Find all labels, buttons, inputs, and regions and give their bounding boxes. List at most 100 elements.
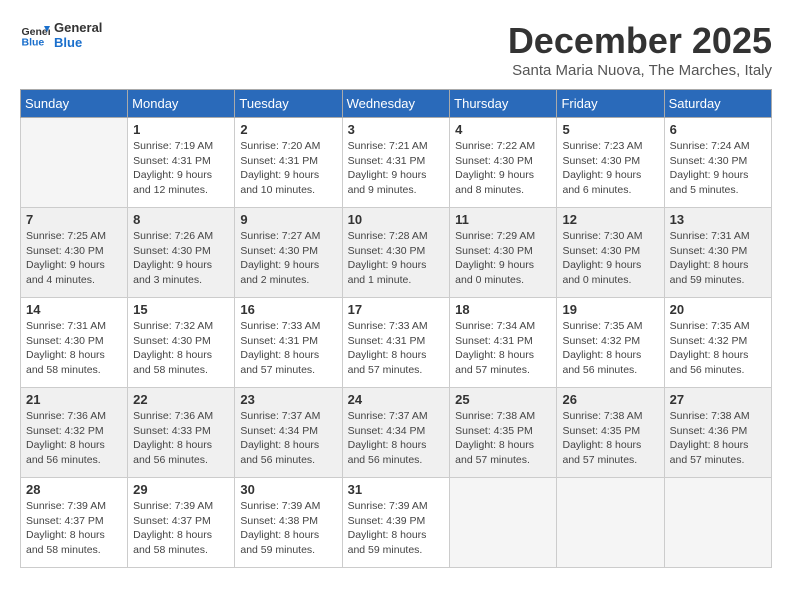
day-number: 15: [133, 302, 229, 317]
calendar-day-cell: 31Sunrise: 7:39 AMSunset: 4:39 PMDayligh…: [342, 478, 450, 568]
day-number: 26: [562, 392, 658, 407]
day-info: Sunrise: 7:27 AMSunset: 4:30 PMDaylight:…: [240, 229, 336, 288]
day-info: Sunrise: 7:32 AMSunset: 4:30 PMDaylight:…: [133, 319, 229, 378]
calendar-day-cell: [664, 478, 771, 568]
day-number: 16: [240, 302, 336, 317]
day-number: 7: [26, 212, 122, 227]
calendar-day-cell: 14 Sunrise: 7:31 AMSunset: 4:30 PMDayligh…: [21, 298, 128, 388]
day-number: 14: [26, 302, 122, 317]
calendar-week-row: 28Sunrise: 7:39 AMSunset: 4:37 PMDayligh…: [21, 478, 772, 568]
day-info: Sunrise: 7:23 AMSunset: 4:30 PMDaylight:…: [562, 139, 658, 198]
calendar-day-cell: 24Sunrise: 7:37 AMSunset: 4:34 PMDayligh…: [342, 388, 450, 478]
calendar-day-cell: 13 Sunrise: 7:31 AMSunset: 4:30 PMDayligh…: [664, 208, 771, 298]
day-info: Sunrise: 7:33 AMSunset: 4:31 PMDaylight:…: [240, 319, 336, 378]
day-number: 9: [240, 212, 336, 227]
calendar-day-cell: [450, 478, 557, 568]
day-number: 17: [348, 302, 445, 317]
calendar-week-row: 1 Sunrise: 7:19 AMSunset: 4:31 PMDaylight…: [21, 118, 772, 208]
header-tuesday: Tuesday: [235, 90, 342, 118]
header-sunday: Sunday: [21, 90, 128, 118]
day-number: 27: [670, 392, 766, 407]
calendar-day-cell: 11 Sunrise: 7:29 AMSunset: 4:30 PMDayligh…: [450, 208, 557, 298]
day-number: 1: [133, 122, 229, 137]
calendar-day-cell: 2 Sunrise: 7:20 AMSunset: 4:31 PMDaylight…: [235, 118, 342, 208]
day-number: 18: [455, 302, 551, 317]
calendar-day-cell: 1 Sunrise: 7:19 AMSunset: 4:31 PMDaylight…: [128, 118, 235, 208]
calendar-day-cell: 22Sunrise: 7:36 AMSunset: 4:33 PMDayligh…: [128, 388, 235, 478]
calendar-day-cell: 9 Sunrise: 7:27 AMSunset: 4:30 PMDaylight…: [235, 208, 342, 298]
month-title: December 2025: [508, 20, 772, 62]
logo: General Blue GeneralBlue: [20, 20, 102, 50]
calendar-day-cell: 12Sunrise: 7:30 AMSunset: 4:30 PMDayligh…: [557, 208, 664, 298]
day-number: 24: [348, 392, 445, 407]
day-number: 11: [455, 212, 551, 227]
calendar-week-row: 21Sunrise: 7:36 AMSunset: 4:32 PMDayligh…: [21, 388, 772, 478]
calendar-day-cell: 3 Sunrise: 7:21 AMSunset: 4:31 PMDaylight…: [342, 118, 450, 208]
day-info: Sunrise: 7:31 AMSunset: 4:30 PMDaylight:…: [26, 319, 122, 378]
day-info: Sunrise: 7:30 AMSunset: 4:30 PMDaylight:…: [562, 229, 658, 288]
calendar-day-cell: 26 Sunrise: 7:38 AMSunset: 4:35 PMDayligh…: [557, 388, 664, 478]
calendar-day-cell: 4 Sunrise: 7:22 AMSunset: 4:30 PMDaylight…: [450, 118, 557, 208]
day-info: Sunrise: 7:31 AMSunset: 4:30 PMDaylight:…: [670, 229, 766, 288]
day-info: Sunrise: 7:26 AMSunset: 4:30 PMDaylight:…: [133, 229, 229, 288]
day-info: Sunrise: 7:22 AMSunset: 4:30 PMDaylight:…: [455, 139, 551, 198]
calendar-week-row: 14 Sunrise: 7:31 AMSunset: 4:30 PMDayligh…: [21, 298, 772, 388]
day-info: Sunrise: 7:38 AMSunset: 4:35 PMDaylight:…: [562, 409, 658, 468]
day-number: 13: [670, 212, 766, 227]
day-number: 6: [670, 122, 766, 137]
day-info: Sunrise: 7:36 AMSunset: 4:33 PMDaylight:…: [133, 409, 229, 468]
calendar-day-cell: 6 Sunrise: 7:24 AMSunset: 4:30 PMDaylight…: [664, 118, 771, 208]
day-number: 5: [562, 122, 658, 137]
day-info: Sunrise: 7:39 AMSunset: 4:37 PMDaylight:…: [133, 499, 229, 558]
calendar-table: Sunday Monday Tuesday Wednesday Thursday…: [20, 89, 772, 568]
day-info: Sunrise: 7:35 AMSunset: 4:32 PMDaylight:…: [562, 319, 658, 378]
day-info: Sunrise: 7:19 AMSunset: 4:31 PMDaylight:…: [133, 139, 229, 198]
day-number: 29: [133, 482, 229, 497]
day-info: Sunrise: 7:35 AMSunset: 4:32 PMDaylight:…: [670, 319, 766, 378]
day-info: Sunrise: 7:28 AMSunset: 4:30 PMDaylight:…: [348, 229, 445, 288]
header-monday: Monday: [128, 90, 235, 118]
day-info: Sunrise: 7:38 AMSunset: 4:36 PMDaylight:…: [670, 409, 766, 468]
day-number: 4: [455, 122, 551, 137]
calendar-day-cell: 25Sunrise: 7:38 AMSunset: 4:35 PMDayligh…: [450, 388, 557, 478]
calendar-day-cell: 7Sunrise: 7:25 AMSunset: 4:30 PMDaylight…: [21, 208, 128, 298]
day-info: Sunrise: 7:37 AMSunset: 4:34 PMDaylight:…: [240, 409, 336, 468]
header-thursday: Thursday: [450, 90, 557, 118]
calendar-header-row: Sunday Monday Tuesday Wednesday Thursday…: [21, 90, 772, 118]
day-number: 25: [455, 392, 551, 407]
day-number: 20: [670, 302, 766, 317]
calendar-day-cell: 17Sunrise: 7:33 AMSunset: 4:31 PMDayligh…: [342, 298, 450, 388]
calendar-day-cell: 30Sunrise: 7:39 AMSunset: 4:38 PMDayligh…: [235, 478, 342, 568]
day-info: Sunrise: 7:29 AMSunset: 4:30 PMDaylight:…: [455, 229, 551, 288]
calendar-day-cell: 28Sunrise: 7:39 AMSunset: 4:37 PMDayligh…: [21, 478, 128, 568]
calendar-day-cell: 20 Sunrise: 7:35 AMSunset: 4:32 PMDayligh…: [664, 298, 771, 388]
calendar-day-cell: 23 Sunrise: 7:37 AMSunset: 4:34 PMDayligh…: [235, 388, 342, 478]
logo-icon: General Blue: [20, 20, 50, 50]
day-info: Sunrise: 7:39 AMSunset: 4:39 PMDaylight:…: [348, 499, 445, 558]
calendar-day-cell: [557, 478, 664, 568]
day-number: 10: [348, 212, 445, 227]
svg-text:Blue: Blue: [22, 37, 45, 49]
calendar-day-cell: 29 Sunrise: 7:39 AMSunset: 4:37 PMDayligh…: [128, 478, 235, 568]
day-number: 8: [133, 212, 229, 227]
calendar-day-cell: 15 Sunrise: 7:32 AMSunset: 4:30 PMDayligh…: [128, 298, 235, 388]
calendar-day-cell: 16 Sunrise: 7:33 AMSunset: 4:31 PMDayligh…: [235, 298, 342, 388]
calendar-day-cell: 21Sunrise: 7:36 AMSunset: 4:32 PMDayligh…: [21, 388, 128, 478]
calendar-day-cell: 5 Sunrise: 7:23 AMSunset: 4:30 PMDaylight…: [557, 118, 664, 208]
calendar-day-cell: 10 Sunrise: 7:28 AMSunset: 4:30 PMDayligh…: [342, 208, 450, 298]
day-number: 30: [240, 482, 336, 497]
page-header: General Blue GeneralBlue December 2025 S…: [20, 20, 772, 79]
day-number: 23: [240, 392, 336, 407]
day-number: 3: [348, 122, 445, 137]
header-wednesday: Wednesday: [342, 90, 450, 118]
day-info: Sunrise: 7:21 AMSunset: 4:31 PMDaylight:…: [348, 139, 445, 198]
day-info: Sunrise: 7:20 AMSunset: 4:31 PMDaylight:…: [240, 139, 336, 198]
logo-text: GeneralBlue: [54, 20, 102, 50]
header-saturday: Saturday: [664, 90, 771, 118]
day-info: Sunrise: 7:36 AMSunset: 4:32 PMDaylight:…: [26, 409, 122, 468]
calendar-day-cell: [21, 118, 128, 208]
day-number: 2: [240, 122, 336, 137]
title-area: December 2025 Santa Maria Nuova, The Mar…: [508, 20, 772, 79]
day-info: Sunrise: 7:24 AMSunset: 4:30 PMDaylight:…: [670, 139, 766, 198]
header-friday: Friday: [557, 90, 664, 118]
